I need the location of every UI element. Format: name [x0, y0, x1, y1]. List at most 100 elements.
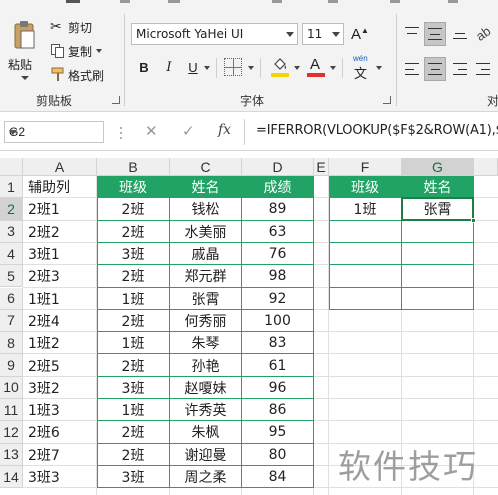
cell-c[interactable]: 朱琴 [170, 332, 241, 354]
cell-a[interactable]: 2班3 [23, 265, 96, 287]
increase-font-button[interactable]: A▲ [350, 23, 370, 45]
align-right-button[interactable] [450, 58, 470, 80]
cell-b[interactable]: 2班 [97, 265, 169, 287]
column-header-e[interactable]: E [314, 158, 329, 176]
cell-d[interactable]: 76 [242, 243, 313, 265]
row-header-10[interactable]: 10 [0, 376, 23, 399]
cell-d[interactable]: 98 [242, 265, 313, 287]
cell-c[interactable]: 孙艳 [170, 354, 241, 376]
cell-c[interactable]: 周之柔 [170, 466, 241, 488]
cell-d[interactable]: 96 [242, 377, 313, 399]
cell-b[interactable]: 2班 [97, 421, 169, 443]
cell-b[interactable]: 3班 [97, 466, 169, 488]
font-name-select[interactable]: Microsoft YaHei UI [131, 23, 298, 45]
cell-f[interactable]: 1班 [329, 198, 401, 220]
cell-c[interactable]: 许秀英 [170, 399, 241, 421]
header-cell-d[interactable]: 成绩 [242, 176, 313, 198]
italic-button[interactable]: I [160, 56, 178, 78]
fill-handle[interactable] [471, 217, 476, 223]
row-header-12[interactable]: 12 [0, 421, 23, 444]
cell-a[interactable]: 3班3 [23, 466, 96, 488]
cancel-icon[interactable]: ✕ [145, 122, 158, 140]
column-header-d[interactable]: D [242, 158, 314, 176]
cell-d[interactable]: 95 [242, 421, 313, 443]
cell-b[interactable]: 2班 [97, 221, 169, 243]
cell-a[interactable]: 2班6 [23, 421, 96, 443]
row-header-11[interactable]: 11 [0, 399, 23, 422]
cell-c[interactable]: 张霄 [170, 288, 241, 310]
column-header-c[interactable]: C [170, 158, 242, 176]
header-cell-b[interactable]: 班级 [97, 176, 169, 198]
drag-handle-icon[interactable] [120, 127, 123, 139]
row-header-6[interactable]: 6 [0, 287, 23, 310]
row-header-2[interactable]: 2 [0, 198, 23, 221]
cell-c[interactable]: 赵嗄妹 [170, 377, 241, 399]
cell-b[interactable]: 2班 [97, 198, 169, 220]
borders-button[interactable] [224, 58, 242, 76]
orientation-button[interactable]: ab [473, 23, 493, 44]
cell-d[interactable]: 80 [242, 444, 313, 466]
cell-c[interactable]: 朱枫 [170, 421, 241, 443]
format-painter-button[interactable]: 格式刷 [50, 66, 110, 84]
cell-d[interactable]: 83 [242, 332, 313, 354]
header-cell-f[interactable]: 班级 [329, 176, 401, 198]
cell-c[interactable]: 郑元群 [170, 265, 241, 287]
cell-d[interactable]: 63 [242, 221, 313, 243]
row-header-4[interactable]: 4 [0, 242, 23, 266]
cell-g[interactable]: 张霄 [402, 198, 473, 220]
header-cell-g[interactable]: 姓名 [402, 176, 473, 198]
cell-b[interactable]: 1班 [97, 332, 169, 354]
insert-function-icon[interactable]: fx [218, 122, 231, 138]
row-header-7[interactable]: 7 [0, 309, 23, 333]
cell-a[interactable]: 2班7 [23, 444, 96, 466]
row-header-9[interactable]: 9 [0, 354, 23, 377]
cell-b[interactable]: 2班 [97, 444, 169, 466]
cell-c[interactable]: 谢迎曼 [170, 444, 241, 466]
cell-a[interactable]: 2班1 [23, 198, 96, 220]
confirm-icon[interactable]: ✓ [182, 122, 195, 140]
cut-button[interactable]: ✂ 剪切 [50, 18, 110, 36]
cell-a[interactable]: 3班2 [23, 377, 96, 399]
bold-button[interactable]: B [135, 56, 153, 78]
cell-c[interactable]: 钱松 [170, 198, 241, 220]
cell-c[interactable]: 水美丽 [170, 221, 241, 243]
fill-color-button[interactable] [270, 56, 292, 80]
font-launcher-icon[interactable] [383, 96, 391, 104]
column-header-g[interactable]: G [402, 158, 474, 176]
cell-a[interactable]: 2班5 [23, 354, 96, 376]
column-header-f[interactable]: F [329, 158, 402, 176]
clipboard-launcher-icon[interactable] [112, 96, 120, 104]
cell-a[interactable]: 1班2 [23, 332, 96, 354]
row-header-3[interactable]: 3 [0, 220, 23, 243]
copy-button[interactable]: 复制 [50, 42, 110, 60]
cell-b[interactable]: 1班 [97, 399, 169, 421]
underline-button[interactable]: U [184, 56, 202, 78]
cell-a[interactable]: 1班3 [23, 399, 96, 421]
row-header-13[interactable]: 13 [0, 443, 23, 466]
cell-b[interactable]: 3班 [97, 377, 169, 399]
row-header-14[interactable]: 14 [0, 465, 23, 489]
align-left-button[interactable] [402, 58, 422, 80]
cell-a[interactable]: 1班1 [23, 288, 96, 310]
cell-d[interactable]: 89 [242, 198, 313, 220]
formula-input[interactable]: =IFERROR(VLOOKUP($F$2&ROW(A1),$A: [256, 123, 498, 138]
header-cell-c[interactable]: 姓名 [170, 176, 241, 198]
font-color-button[interactable]: A [306, 56, 328, 80]
cell-a[interactable]: 3班1 [23, 243, 96, 265]
cell-d[interactable]: 92 [242, 288, 313, 310]
row-header-5[interactable]: 5 [0, 265, 23, 288]
font-size-select[interactable]: 11 [302, 23, 344, 45]
name-box[interactable]: G2 [4, 121, 104, 143]
cell-a[interactable]: 2班4 [23, 310, 96, 332]
align-middle-button[interactable] [424, 22, 446, 46]
cell-b[interactable]: 2班 [97, 354, 169, 376]
cell-c[interactable]: 何秀丽 [170, 310, 241, 332]
paste-button[interactable]: 粘贴 [6, 18, 42, 82]
select-all-corner[interactable] [0, 158, 23, 176]
column-header-b[interactable]: B [97, 158, 170, 176]
header-cell-a[interactable]: 辅助列 [23, 176, 96, 198]
row-header-8[interactable]: 8 [0, 332, 23, 355]
cell-a[interactable]: 2班2 [23, 221, 96, 243]
indent-button[interactable] [476, 60, 494, 78]
cell-b[interactable]: 2班 [97, 310, 169, 332]
